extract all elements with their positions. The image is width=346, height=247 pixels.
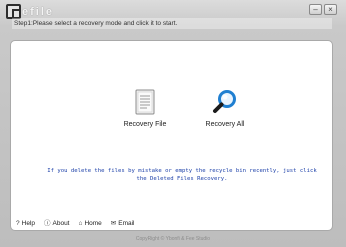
recovery-all-button[interactable]: Recovery All [195, 89, 255, 131]
about-link[interactable]: ⓘ About [44, 218, 70, 230]
about-label: About [52, 220, 70, 227]
home-label: Home [84, 220, 102, 227]
home-icon: ⌂ [78, 220, 83, 227]
help-link[interactable]: ? Help [16, 218, 35, 230]
question-icon: ? [16, 220, 20, 227]
email-link[interactable]: ✉ Email [111, 218, 135, 230]
minimize-button[interactable]: – [309, 4, 322, 15]
home-link[interactable]: ⌂ Home [79, 218, 102, 230]
copyright-text: CopyRight © Ybonfi & Fee Studio [135, 236, 211, 242]
step-instruction: Step1:Please select a recovery mode and … [12, 18, 332, 29]
info-icon: ⓘ [44, 220, 51, 227]
hint-text: If you delete the files by mistake or em… [47, 168, 317, 182]
app-logo-icon [6, 4, 21, 19]
recovery-file-button[interactable]: Recovery File [115, 89, 175, 131]
footer-links: ? Help ⓘ About ⌂ Home ✉ Email [16, 218, 135, 230]
email-label: Email [118, 220, 135, 227]
document-icon [135, 89, 155, 115]
magnifier-icon [213, 90, 236, 113]
recovery-file-label: Recovery File [123, 121, 167, 128]
main-panel: Recovery File Recovery All If you delete… [10, 40, 333, 231]
recovery-all-label: Recovery All [205, 121, 245, 128]
app-logo-text: efile [22, 6, 55, 18]
help-label: Help [21, 220, 35, 227]
close-button[interactable]: × [324, 4, 337, 15]
mail-icon: ✉ [110, 220, 117, 227]
